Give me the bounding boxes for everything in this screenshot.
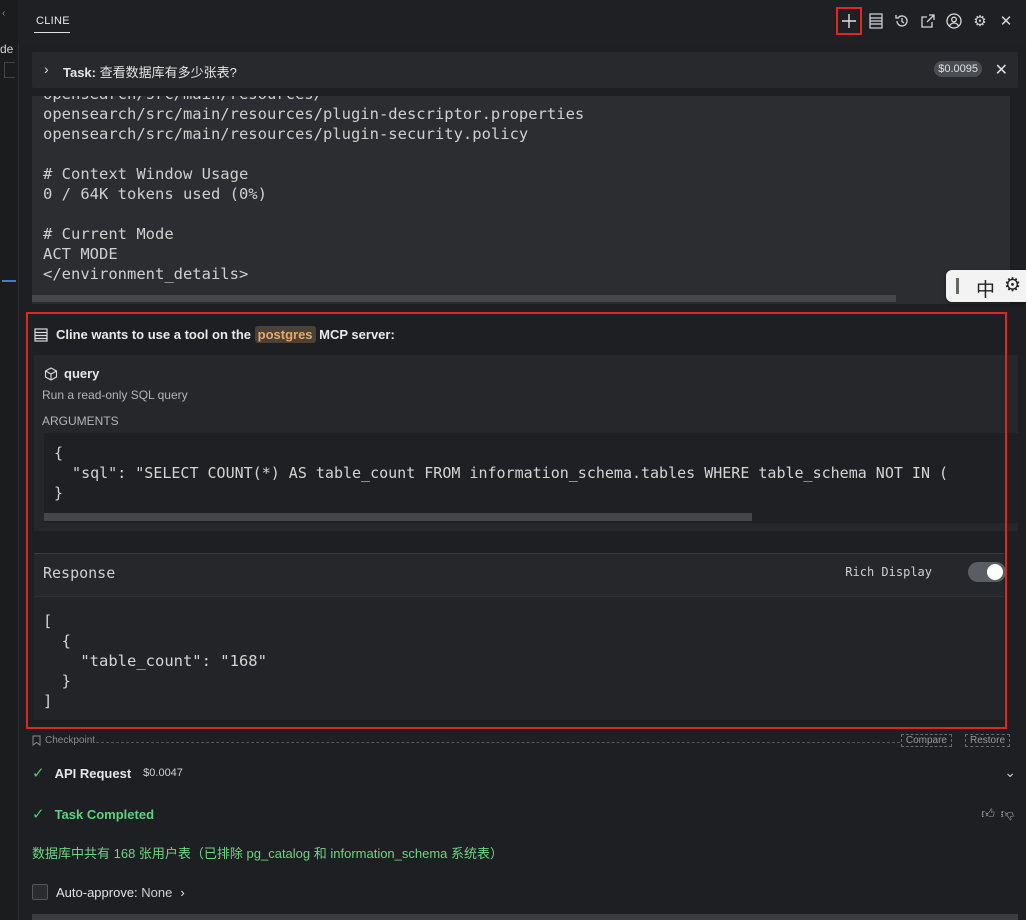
horizontal-scrollbar[interactable] xyxy=(44,513,752,521)
api-request-row[interactable]: ✓ API Request $0.0047 xyxy=(32,764,183,782)
checkpoint-row: Checkpoint Compare Restore xyxy=(32,734,1012,749)
task-text: 查看数据库有多少张表? xyxy=(99,65,237,80)
auto-approve-row[interactable]: Auto-approve: None › xyxy=(32,884,185,900)
api-request-cost: $0.0047 xyxy=(143,767,183,779)
rich-display-label: Rich Display xyxy=(845,565,932,579)
horizontal-scrollbar[interactable] xyxy=(32,295,896,302)
check-icon: ✓ xyxy=(32,765,45,782)
response-title: Response xyxy=(43,564,116,582)
checkpoint-divider xyxy=(96,742,900,743)
header-toolbar: ⚙ ✕ xyxy=(836,7,1018,35)
cube-icon xyxy=(44,366,58,381)
environment-text: opensearch/src/main/resources/ opensearc… xyxy=(43,96,585,283)
close-task-icon[interactable]: ✕ xyxy=(995,60,1008,80)
ime-toolbar[interactable]: 中 ⚙ xyxy=(946,270,1026,302)
response-code-block: [ { "table_count": "168" } ] xyxy=(34,596,1004,720)
input-area-edge xyxy=(32,914,1018,920)
response-panel: Response Rich Display [ { "table_count":… xyxy=(34,553,1006,720)
bookmark-icon xyxy=(32,735,41,746)
restore-button[interactable]: Restore xyxy=(964,734,1010,747)
task-header[interactable]: › Task: 查看数据库有多少张表? $0.0095 ✕ xyxy=(32,52,1018,88)
task-title: Task: 查看数据库有多少张表? xyxy=(63,62,237,81)
close-icon[interactable]: ✕ xyxy=(994,8,1018,34)
ime-drag-handle[interactable] xyxy=(956,278,959,294)
auto-approve-label: Auto-approve: xyxy=(56,884,138,900)
account-icon[interactable] xyxy=(942,8,966,34)
auto-approve-value: None xyxy=(141,884,173,900)
arguments-code: { "sql": "SELECT COUNT(*) AS table_count… xyxy=(54,444,949,502)
check-icon: ✓ xyxy=(32,806,45,823)
feedback-buttons: 👍︎ 👎︎ xyxy=(981,806,1014,822)
tool-request-header: Cline wants to use a tool on the postgre… xyxy=(34,326,395,343)
editor-tab-fragment: de xyxy=(0,42,14,56)
server-icon xyxy=(34,327,48,342)
gear-icon[interactable]: ⚙ xyxy=(968,8,992,34)
server-name-tag: postgres xyxy=(254,326,316,343)
arguments-label: ARGUMENTS xyxy=(42,414,119,428)
chevron-right-icon[interactable]: › xyxy=(180,885,184,900)
rich-display-toggle[interactable] xyxy=(968,562,1006,582)
chevron-right-icon[interactable]: › xyxy=(44,61,49,77)
task-cost-badge: $0.0095 xyxy=(934,61,982,77)
tool-details-panel: query Run a read-only SQL query ARGUMENT… xyxy=(34,355,1018,531)
tool-name: query xyxy=(44,366,99,381)
editor-fragment-box xyxy=(4,62,15,78)
focus-indicator xyxy=(2,280,16,282)
tool-name-label: query xyxy=(64,366,100,381)
chevron-down-icon[interactable]: ⌄ xyxy=(1004,764,1016,781)
arguments-code-block: { "sql": "SELECT COUNT(*) AS table_count… xyxy=(44,433,1018,523)
tool-header-suffix: MCP server: xyxy=(319,327,395,342)
editor-edge-strip: ‹ de xyxy=(0,0,19,920)
task-completed-label: Task Completed xyxy=(54,806,155,822)
ime-mode-label[interactable]: 中 xyxy=(976,275,995,302)
checkpoint-text: Checkpoint xyxy=(45,735,96,746)
plus-icon[interactable] xyxy=(836,7,862,35)
thumbs-up-icon[interactable]: 👍︎ xyxy=(981,806,995,822)
panel-header: CLINE ⚙ ✕ xyxy=(18,0,1026,44)
tool-header-prefix: Cline wants to use a tool on the xyxy=(56,327,252,342)
tool-description: Run a read-only SQL query xyxy=(42,388,188,402)
environment-details-block: opensearch/src/main/resources/ opensearc… xyxy=(32,96,1010,304)
completion-message: 数据库中共有 168 张用户表（已排除 pg_catalog 和 informa… xyxy=(32,846,504,861)
response-code: [ { "table_count": "168" } ] xyxy=(43,612,267,710)
api-request-label: API Request xyxy=(54,765,132,781)
checkpoint-label: Checkpoint xyxy=(32,735,95,746)
toggle-knob xyxy=(987,564,1003,580)
auto-approve-checkbox[interactable] xyxy=(32,884,48,900)
compare-button[interactable]: Compare xyxy=(900,734,952,747)
ime-gear-icon[interactable]: ⚙ xyxy=(1004,274,1021,297)
chevron-icon: ‹ xyxy=(2,8,6,19)
thumbs-down-icon[interactable]: 👎︎ xyxy=(1001,806,1014,822)
server-list-icon[interactable] xyxy=(864,8,888,34)
task-completed-row: ✓ Task Completed xyxy=(32,805,154,823)
tab-underline xyxy=(34,32,70,33)
popout-icon[interactable] xyxy=(916,8,940,34)
tab-cline[interactable]: CLINE xyxy=(36,15,70,27)
task-prefix: Task: xyxy=(63,65,96,80)
history-icon[interactable] xyxy=(890,8,914,34)
